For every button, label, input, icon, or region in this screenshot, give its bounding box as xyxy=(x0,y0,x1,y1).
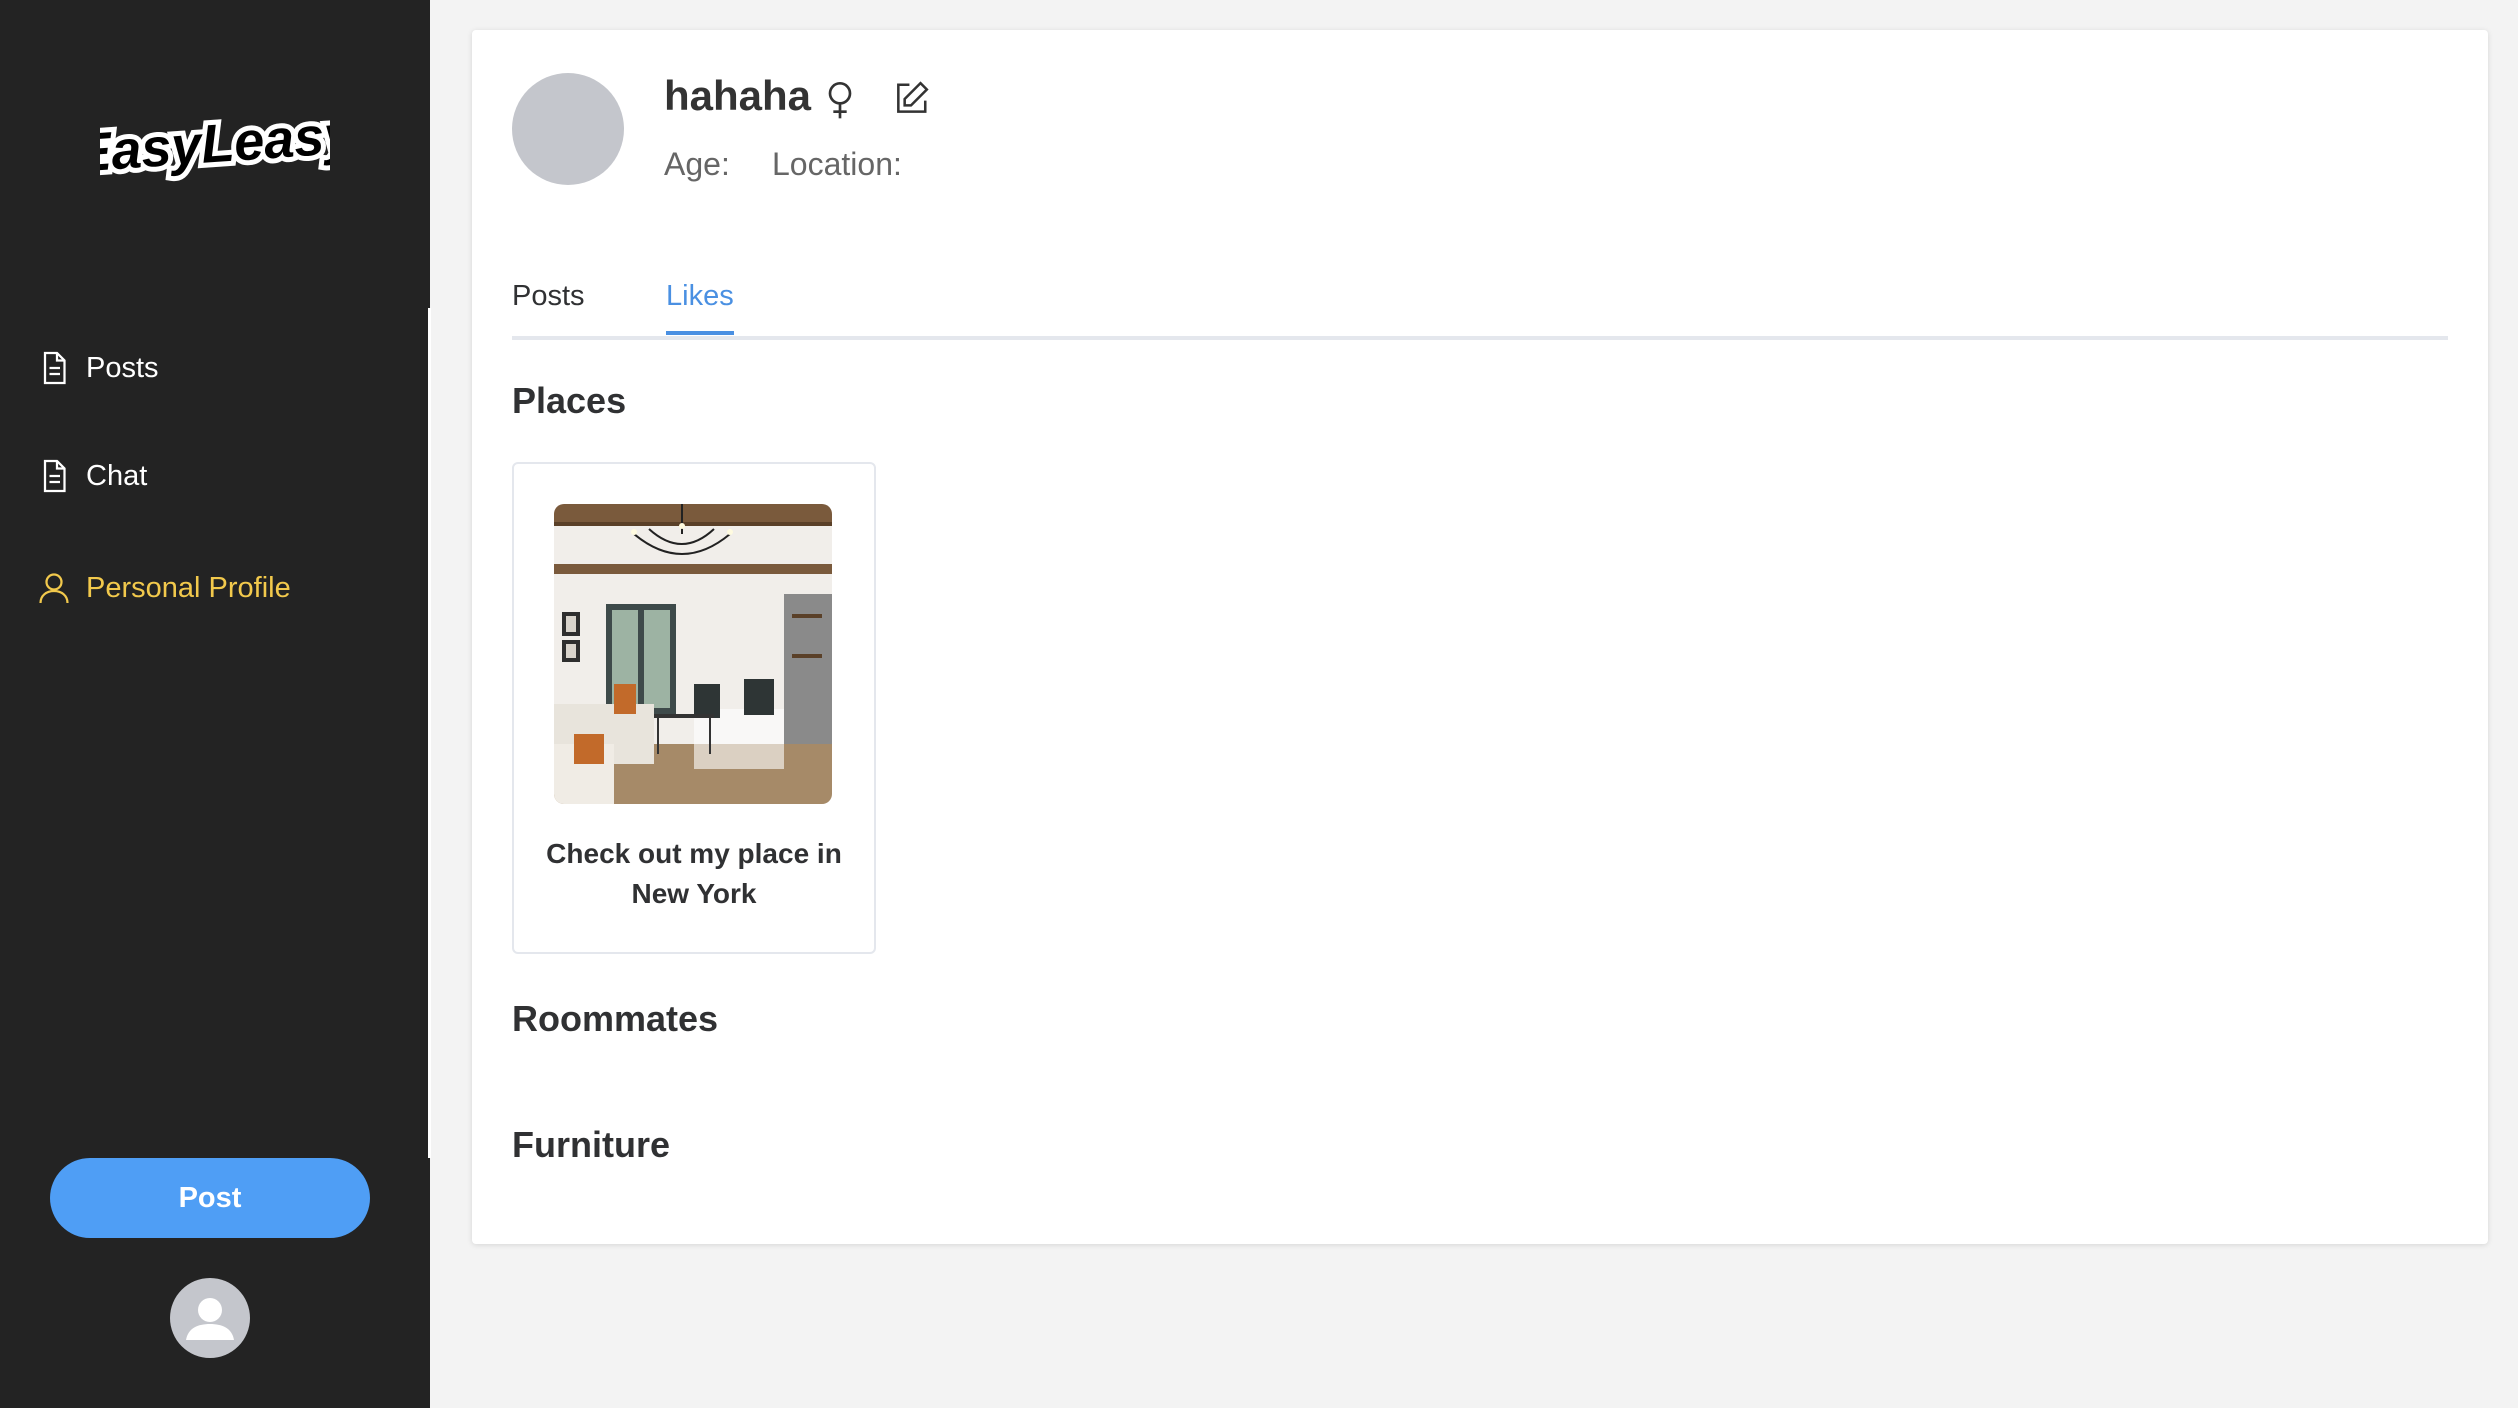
section-title-places: Places xyxy=(512,380,627,421)
sidebar-divider xyxy=(428,308,431,1158)
place-card[interactable]: Check out my place in New York xyxy=(512,462,876,954)
sidebar-item-posts[interactable]: Posts xyxy=(36,338,159,398)
tab-posts[interactable]: Posts xyxy=(512,280,585,331)
age-label: Age: xyxy=(664,146,730,182)
place-photo xyxy=(554,504,832,804)
user-icon xyxy=(36,570,72,606)
svg-text:EasyLeasy: EasyLeasy xyxy=(100,104,330,184)
document-icon xyxy=(36,458,72,494)
female-icon xyxy=(820,78,860,122)
location-label: Location: xyxy=(772,146,902,182)
username: hahaha xyxy=(664,72,812,119)
profile-tabs: Posts Likes xyxy=(512,252,2448,340)
sidebar-item-label: Posts xyxy=(86,351,159,384)
edit-icon[interactable] xyxy=(892,80,930,118)
profile-avatar[interactable] xyxy=(512,73,624,185)
sidebar-item-label: Personal Profile xyxy=(86,571,291,604)
sidebar-item-label: Chat xyxy=(86,459,148,492)
sidebar-item-personal-profile[interactable]: Personal Profile xyxy=(36,558,291,618)
avatar[interactable] xyxy=(170,1278,250,1358)
post-button[interactable]: Post xyxy=(50,1158,370,1238)
sidebar-item-chat[interactable]: Chat xyxy=(36,446,147,506)
place-title: Check out my place in New York xyxy=(546,838,842,909)
document-icon xyxy=(36,350,72,386)
easyleasy-logo[interactable]: EasyLeasy xyxy=(68,94,364,194)
section-title-furniture: Furniture xyxy=(512,1124,670,1165)
section-title-roommates: Roommates xyxy=(512,998,719,1039)
tab-likes[interactable]: Likes xyxy=(666,280,734,335)
person-icon xyxy=(186,1298,234,1340)
sidebar: EasyLeasy Posts Chat Personal Profile Po… xyxy=(0,0,430,1408)
profile-card: hahaha Age: Location: Posts Likes Places xyxy=(472,30,2488,1244)
